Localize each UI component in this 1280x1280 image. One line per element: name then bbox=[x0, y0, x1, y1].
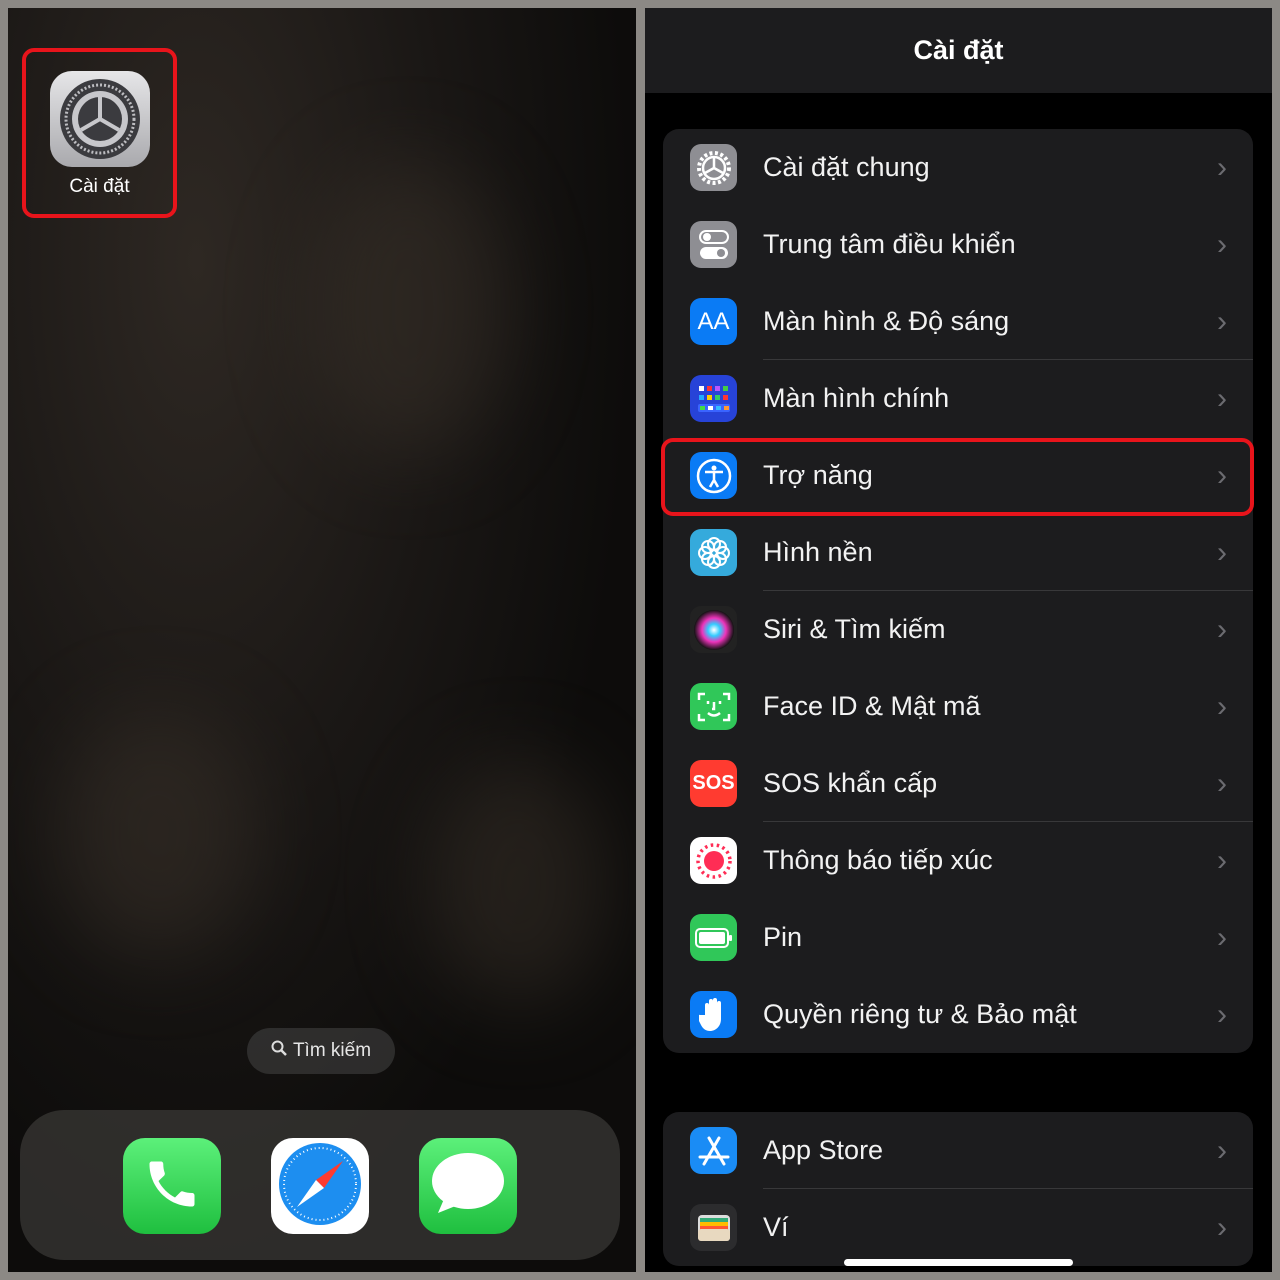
chevron-right-icon: › bbox=[1217, 1210, 1227, 1244]
row-label: Màn hình & Độ sáng bbox=[763, 306, 1010, 336]
app-grid-icon bbox=[690, 375, 737, 422]
chevron-right-icon: › bbox=[1217, 535, 1227, 569]
chevron-right-icon: › bbox=[1217, 612, 1227, 646]
settings-group-2: App Store › Ví › bbox=[663, 1112, 1253, 1266]
settings-row-flower[interactable]: Hình nền › bbox=[663, 514, 1253, 591]
hand-icon bbox=[690, 991, 737, 1038]
row-label: Face ID & Mật mã bbox=[763, 691, 981, 721]
messages-app[interactable] bbox=[419, 1138, 517, 1234]
chevron-right-icon: › bbox=[1217, 689, 1227, 723]
settings-row-sos[interactable]: SOS SOS khẩn cấp › bbox=[663, 745, 1253, 822]
settings-row-accessibility[interactable]: Trợ năng › bbox=[663, 437, 1253, 514]
settings-row-text-size[interactable]: AA Màn hình & Độ sáng › bbox=[663, 283, 1253, 360]
toggles-icon bbox=[690, 221, 737, 268]
home-screen: Cài đặt Tìm kiếm bbox=[8, 8, 636, 1272]
settings-app[interactable]: Cài đặt bbox=[22, 48, 177, 218]
chevron-right-icon: › bbox=[1217, 227, 1227, 261]
settings-screen: Cài đặt Cài đặt chung › Trung tâm điều khi… bbox=[645, 8, 1272, 1272]
settings-row-toggles[interactable]: Trung tâm điều khiển › bbox=[663, 206, 1253, 283]
search-button[interactable]: Tìm kiếm bbox=[247, 1028, 395, 1074]
safari-app[interactable] bbox=[271, 1138, 369, 1234]
magnifier-icon bbox=[271, 1040, 287, 1062]
chevron-right-icon: › bbox=[1217, 766, 1227, 800]
settings-row-face-id[interactable]: Face ID & Mật mã › bbox=[663, 668, 1253, 745]
chevron-right-icon: › bbox=[1217, 458, 1227, 492]
row-label: Siri & Tìm kiếm bbox=[763, 614, 946, 644]
row-label: Trợ năng bbox=[763, 460, 873, 490]
speech-bubble-icon bbox=[430, 1151, 506, 1222]
row-label: Ví bbox=[763, 1212, 789, 1242]
row-label: Cài đặt chung bbox=[763, 152, 930, 182]
settings-row-exposure[interactable]: Thông báo tiếp xúc › bbox=[663, 822, 1253, 899]
chevron-right-icon: › bbox=[1217, 150, 1227, 184]
flower-icon bbox=[690, 529, 737, 576]
settings-row-siri[interactable]: Siri & Tìm kiếm › bbox=[663, 591, 1253, 668]
exposure-icon bbox=[690, 837, 737, 884]
settings-row-wallet[interactable]: Ví › bbox=[663, 1189, 1253, 1266]
text-size-icon: AA bbox=[690, 298, 737, 345]
row-label: Hình nền bbox=[763, 537, 873, 567]
chevron-right-icon: › bbox=[1217, 920, 1227, 954]
chevron-right-icon: › bbox=[1217, 381, 1227, 415]
chevron-right-icon: › bbox=[1217, 843, 1227, 877]
settings-row-battery[interactable]: Pin › bbox=[663, 899, 1253, 976]
row-label: SOS khẩn cấp bbox=[763, 768, 938, 798]
row-label: Quyền riêng tư & Bảo mật bbox=[763, 999, 1077, 1029]
dock bbox=[20, 1110, 620, 1260]
app-store-icon bbox=[690, 1127, 737, 1174]
wallet-icon bbox=[690, 1204, 737, 1251]
row-label: Thông báo tiếp xúc bbox=[763, 845, 993, 875]
phone-app[interactable] bbox=[123, 1138, 221, 1234]
face-id-icon bbox=[690, 683, 737, 730]
settings-app-label: Cài đặt bbox=[69, 176, 130, 197]
row-label: App Store bbox=[763, 1135, 884, 1165]
gear-icon bbox=[690, 144, 737, 191]
page-title: Cài đặt bbox=[913, 35, 1004, 65]
settings-row-app-grid[interactable]: Màn hình chính › bbox=[663, 360, 1253, 437]
sos-icon: SOS bbox=[690, 760, 737, 807]
compass-icon bbox=[277, 1141, 363, 1232]
accessibility-icon bbox=[690, 452, 737, 499]
row-label: Pin bbox=[763, 922, 803, 952]
settings-group-1: Cài đặt chung › Trung tâm điều khiển › AA Màn… bbox=[663, 129, 1253, 1053]
chevron-right-icon: › bbox=[1217, 997, 1227, 1031]
home-indicator[interactable] bbox=[844, 1259, 1073, 1266]
battery-icon bbox=[690, 914, 737, 961]
search-label: Tìm kiếm bbox=[292, 1040, 372, 1061]
row-label: Trung tâm điều khiển bbox=[763, 229, 1016, 259]
chevron-right-icon: › bbox=[1217, 304, 1227, 338]
nav-bar: Cài đặt bbox=[645, 8, 1272, 93]
row-label: Màn hình chính bbox=[763, 383, 950, 413]
settings-row-hand[interactable]: Quyền riêng tư & Bảo mật › bbox=[663, 976, 1253, 1053]
gear-icon bbox=[50, 71, 150, 167]
chevron-right-icon: › bbox=[1217, 1133, 1227, 1167]
settings-row-app-store[interactable]: App Store › bbox=[663, 1112, 1253, 1189]
settings-row-gear[interactable]: Cài đặt chung › bbox=[663, 129, 1253, 206]
siri-icon bbox=[690, 606, 737, 653]
phone-icon bbox=[142, 1154, 202, 1219]
